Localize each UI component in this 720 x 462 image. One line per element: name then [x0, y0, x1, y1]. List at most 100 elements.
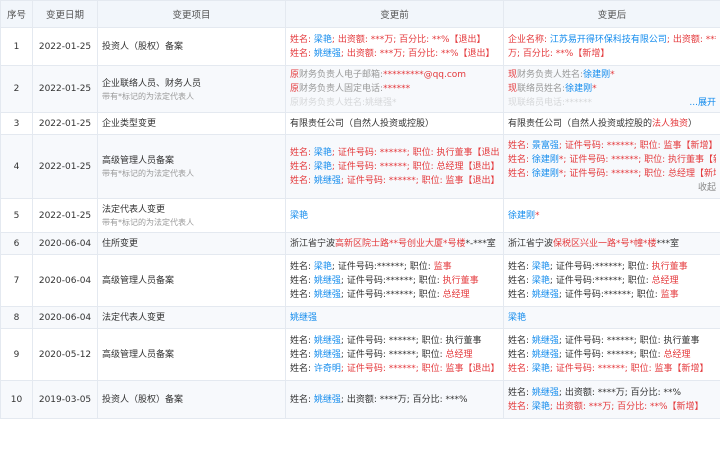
cell-no: 7: [0, 254, 33, 307]
change-text: 财务负责人姓名:: [517, 70, 584, 80]
change-text[interactable]: 许奇明: [314, 364, 341, 374]
change-line: 姓名: 姚继强; 证件号码: ******; 职位: 监事【退出】: [290, 174, 499, 188]
change-text[interactable]: 梁艳: [532, 364, 550, 374]
change-text[interactable]: 姚继强: [532, 350, 559, 360]
change-text[interactable]: 梁艳: [532, 402, 550, 412]
change-text: 监事: [660, 289, 679, 300]
cell-date: 2020-06-04: [32, 306, 98, 329]
expand-link[interactable]: ...展开: [689, 96, 716, 110]
cell-before: 姓名: 梁艳; 证件号码:******; 职位: 监事 姓名: 姚继强; 证件号码…: [285, 254, 504, 307]
change-line: 浙江省宁波保税区兴业一路*号*幢*楼***室: [508, 237, 716, 251]
change-text[interactable]: 徐建刚: [532, 155, 559, 165]
change-line: 万; 百分比: **%【新增】: [508, 47, 716, 61]
change-text: 浙江省宁波: [508, 238, 554, 249]
cell-before: 姓名: 姚继强; 出资额: ****万; 百分比: ***%: [285, 380, 504, 419]
cell-no: 3: [0, 112, 33, 135]
change-line: 有限责任公司（自然人投资或控股的法人独资）: [508, 117, 716, 131]
change-text: 总经理: [442, 289, 470, 300]
change-text[interactable]: 梁艳: [314, 148, 332, 158]
table-row: 5 2022-01-25 法定代表人变更 带有*标记的为法定代表人 梁艳 徐建刚*: [0, 198, 720, 233]
change-text[interactable]: 姚继强: [532, 388, 559, 398]
change-line: 梁艳: [290, 209, 499, 223]
change-line: 姓名: 梁艳; 证件号码:******; 职位: 执行董事: [508, 260, 716, 274]
change-text[interactable]: 江苏易开得环保科技有限公司: [550, 35, 667, 45]
cell-after: 徐建刚*: [503, 198, 720, 233]
cell-after: 姓名: 姚继强; 出资额: ****万; 百分比: **% 姓名: 梁艳; 出资额…: [503, 380, 720, 419]
change-text[interactable]: 姚继强: [314, 395, 341, 405]
change-text: *: [535, 210, 540, 221]
change-text[interactable]: 姚继强: [314, 336, 341, 346]
change-line: 姓名: 景富强; 证件号码: ******; 职位: 监事【新增】: [508, 139, 716, 153]
change-text[interactable]: 姚继强: [532, 290, 559, 300]
change-text[interactable]: 姚继强: [290, 313, 317, 323]
change-line: 企业名称: 江苏易开得环保科技有限公司; 出资额: ***: [508, 33, 716, 47]
cell-date: 2020-05-12: [32, 328, 98, 381]
change-line: 姓名: 姚继强; 证件号码: ******; 职位: 执行董事: [290, 334, 499, 348]
change-text[interactable]: 梁艳: [314, 162, 332, 172]
header-after: 变更后: [503, 0, 720, 28]
change-text: 高新区院士路**号创业大厦*号楼: [335, 238, 466, 249]
change-text: 保税区兴业一路*号*幢*楼: [553, 238, 657, 249]
change-text[interactable]: 梁艳: [532, 276, 550, 286]
cell-after: 姓名: 梁艳; 证件号码:******; 职位: 执行董事 姓名: 梁艳; 证件号…: [503, 254, 720, 307]
item-label: 投资人（股权）备案: [102, 394, 184, 405]
change-line: 姓名: 许奇明; 证件号码: ******; 职位: 监事【退出】: [290, 362, 499, 376]
change-text[interactable]: 徐建刚: [532, 169, 559, 179]
cell-before: 姓名: 姚继强; 证件号码: ******; 职位: 执行董事 姓名: 姚继强 ; …: [285, 328, 504, 381]
change-text[interactable]: 梁艳: [314, 262, 332, 272]
change-line: 姓名: 徐建刚*; 证件号码: ******; 职位: 总经理【新增】: [508, 167, 716, 181]
table-row: 6 2020-06-04 住所变更 浙江省宁波高新区院士路**号创业大厦*号楼*-**…: [0, 232, 720, 255]
item-label: 高级管理人员备案: [102, 275, 175, 286]
change-text: 姓名:: [290, 363, 314, 374]
change-text[interactable]: 梁艳: [532, 262, 550, 272]
cell-item: 投资人（股权）备案: [97, 27, 286, 66]
change-text: 姓名:: [508, 387, 532, 398]
collapse-link[interactable]: 收起: [508, 181, 716, 195]
change-text: ; 出资额: ****万; 百分比: **%: [558, 387, 682, 398]
change-text[interactable]: 姚继强: [314, 350, 341, 360]
change-text: ; 出资额: ***万; 百分比: **%【新增】: [549, 401, 704, 412]
change-text: ; 证件号码:******; 职位:: [331, 261, 434, 272]
item-label: 法定代表人变更: [102, 205, 166, 215]
change-text: ; 证件号码: ******; 职位: 执行董事: [558, 335, 700, 346]
change-text: 总经理: [651, 275, 679, 286]
change-text[interactable]: 徐建刚: [565, 84, 592, 94]
cell-item: 高级管理人员备案: [97, 328, 286, 381]
change-text[interactable]: 姚继强: [314, 290, 341, 300]
cell-before: 姓名: 梁艳; 证件号码: ******; 职位: 执行董事【退出】 姓名: 梁艳…: [285, 134, 504, 199]
change-text[interactable]: 姚继强: [314, 276, 341, 286]
change-line: 现联络员姓名:徐建刚*: [508, 82, 716, 96]
change-text[interactable]: 姚继强: [314, 49, 341, 59]
table-row: 10 2019-03-05 投资人（股权）备案 姓名: 姚继强; 出资额: ****万…: [0, 380, 720, 419]
change-text[interactable]: 梁艳: [290, 211, 308, 221]
change-text: ; 证件号码:******; 职位:: [549, 261, 652, 272]
change-text[interactable]: 景富强: [532, 141, 559, 151]
change-text[interactable]: 梁艳: [314, 35, 332, 45]
cell-date: 2020-06-04: [32, 232, 98, 255]
change-text[interactable]: 姚继强: [314, 176, 341, 186]
change-text: 姓名:: [290, 175, 314, 186]
cell-before: 原财务负责人电子邮箱:*********@qq.com 原财务负责人固定电话:**…: [285, 65, 504, 113]
cell-no: 5: [0, 198, 33, 233]
change-text[interactable]: 徐建刚: [583, 70, 610, 80]
change-text[interactable]: 姚继强: [532, 336, 559, 346]
change-line: 现联络员电话:******: [508, 96, 689, 110]
change-text: 原: [290, 70, 300, 80]
change-text[interactable]: 梁艳: [508, 313, 526, 323]
change-text: 有限责任公司（自然人投资或控股）: [290, 118, 435, 129]
cell-date: 2019-03-05: [32, 380, 98, 419]
item-label: 企业类型变更: [102, 118, 157, 129]
table-row: 4 2022-01-25 高级管理人员备案 带有*标记的为法定代表人 姓名: 梁艳; 证…: [0, 134, 720, 199]
cell-before: 有限责任公司（自然人投资或控股）: [285, 112, 504, 135]
change-text[interactable]: 徐建刚: [508, 211, 535, 221]
cell-before: 梁艳: [285, 198, 504, 233]
cell-before: 姓名: 梁艳; 出资额: ***万; 百分比: **%【退出】 姓名: 姚继强; …: [285, 27, 504, 66]
change-text: 财务负责人固定电话:: [299, 84, 384, 94]
cell-after: 姓名: 姚继强; 证件号码: ******; 职位: 执行董事 姓名: 姚继强; …: [503, 328, 720, 381]
table-row: 7 2020-06-04 高级管理人员备案 姓名: 梁艳; 证件号码:******; …: [0, 254, 720, 307]
change-text: 现: [508, 70, 518, 80]
change-text: 法人独资: [652, 118, 689, 129]
change-text: ; 证件号码: ******; 职位: 监事【退出】: [340, 363, 499, 374]
change-line: 姓名: 姚继强; 出资额: ****万; 百分比: **%: [508, 386, 716, 400]
header-item: 变更项目: [97, 0, 286, 28]
